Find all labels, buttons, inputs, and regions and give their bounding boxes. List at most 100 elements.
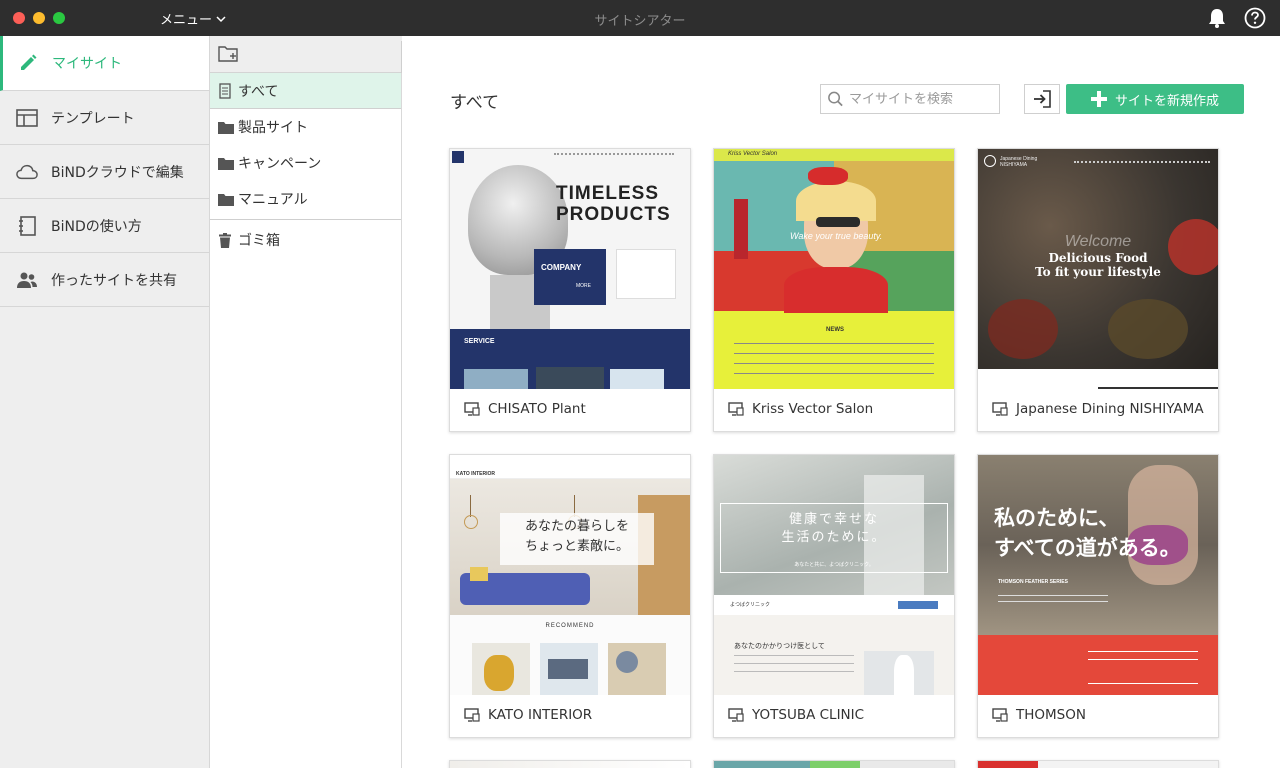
app-window: メニュー サイトシアター マイサイト テンプレート BiNDクラウドで編集 Bi…	[0, 0, 1280, 768]
sidebar-item-cloud-edit[interactable]: BiNDクラウドで編集	[0, 145, 209, 199]
new-folder-icon[interactable]	[218, 44, 240, 64]
trash-icon	[218, 232, 234, 248]
folder-item-trash[interactable]: ゴミ箱	[210, 222, 401, 258]
site-name: THOMSON	[1016, 707, 1086, 723]
minimize-window-button[interactable]	[33, 12, 45, 24]
site-card[interactable]	[977, 760, 1219, 768]
desktop-icon	[992, 708, 1008, 722]
folder-item-campaign[interactable]: キャンペーン	[210, 145, 401, 181]
notebook-icon	[16, 215, 38, 237]
plus-icon	[1090, 91, 1107, 107]
site-thumbnail: Kriss Vector Salon Wake your true beauty…	[714, 149, 954, 389]
site-card[interactable]: 私のために、 すべての道がある。 THOMSON FEATHER SERIES T…	[977, 454, 1219, 738]
folder-icon	[218, 120, 234, 134]
main-content: すべて サイトを新規作成 TIMELESSPRODUCTS	[402, 36, 1280, 768]
site-thumbnail	[714, 761, 954, 768]
sidebar: マイサイト テンプレート BiNDクラウドで編集 BiNDの使い方 作ったサイト…	[0, 36, 210, 768]
desktop-icon	[992, 402, 1008, 416]
template-icon	[16, 107, 38, 129]
folder-item-label: すべて	[238, 83, 279, 100]
document-icon	[218, 82, 234, 99]
folder-divider	[210, 219, 401, 220]
folder-icon	[218, 156, 234, 170]
thumb-sub: あなたと共に、よつばクリニック。	[794, 562, 874, 568]
folder-icon	[218, 192, 234, 206]
import-icon	[1034, 90, 1051, 108]
menu-button[interactable]: メニュー	[160, 9, 226, 28]
bell-icon[interactable]	[1206, 7, 1228, 29]
site-card[interactable]: KATO INTERIOR あなたの暮らしを ちょっと素敵に。 RECOMMEND	[449, 454, 691, 738]
chevron-down-icon	[216, 15, 226, 22]
sidebar-item-label: 作ったサイトを共有	[51, 272, 177, 289]
site-card-label: THOMSON	[992, 707, 1086, 723]
folder-panel: すべて 製品サイト キャンペーン マニュアル ゴミ箱	[210, 36, 438, 768]
thumb-recommend: RECOMMEND	[545, 623, 595, 629]
new-site-button[interactable]: サイトを新規作成	[1066, 84, 1244, 114]
site-thumbnail: 健康で幸せな 生活のために。 あなたと共に、よつばクリニック。 よつばクリニック …	[714, 455, 954, 695]
sidebar-item-label: BiNDクラウドで編集	[51, 164, 184, 181]
folder-item-manual[interactable]: マニュアル	[210, 181, 401, 217]
thumb-more: MORE	[576, 283, 591, 289]
thumb-catch: 私のために、 すべての道がある。	[994, 506, 1181, 560]
thumb-brand: Kriss Vector Salon	[728, 151, 778, 157]
thumb-catch: 健康で幸せな 生活のために。	[781, 512, 887, 545]
close-window-button[interactable]	[13, 12, 25, 24]
site-thumbnail: KATO INTERIOR あなたの暮らしを ちょっと素敵に。 RECOMMEND	[450, 455, 690, 695]
sidebar-item-label: テンプレート	[51, 110, 135, 127]
site-card-label: Japanese Dining NISHIYAMA	[992, 401, 1204, 417]
thumb-clinic: よつばクリニック	[730, 602, 771, 608]
sidebar-item-label: BiNDの使い方	[51, 218, 142, 235]
menu-label: メニュー	[160, 13, 213, 28]
site-card-label: CHISATO Plant	[464, 401, 586, 417]
site-card-label: YOTSUBA CLINIC	[728, 707, 864, 723]
folder-item-products[interactable]: 製品サイト	[210, 109, 401, 145]
site-name: Japanese Dining NISHIYAMA	[1016, 401, 1204, 417]
desktop-icon	[728, 708, 744, 722]
site-thumbnail	[450, 761, 690, 768]
thumb-hero-text: Welcome Delicious Food To fit your lifes…	[1035, 233, 1161, 279]
import-button[interactable]	[1024, 84, 1060, 114]
folder-item-label: キャンペーン	[238, 156, 322, 172]
folder-item-label: マニュアル	[238, 192, 308, 208]
site-thumbnail	[978, 761, 1218, 768]
site-thumbnail: Japanese Dining NISHIYAMA Welcome Delici…	[978, 149, 1218, 389]
site-card[interactable]	[449, 760, 691, 768]
thumb-headline: TIMELESS PRODUCTS	[556, 183, 671, 225]
site-card[interactable]: Japanese Dining NISHIYAMA Welcome Delici…	[977, 148, 1219, 432]
page-title: すべて	[450, 93, 500, 113]
thumb-catch: あなたの暮らしを ちょっと素敵に。	[524, 519, 629, 554]
search-box	[820, 84, 1000, 114]
site-card[interactable]: Kriss Vector Salon Wake your true beauty…	[713, 148, 955, 432]
thumb-tagline: Wake your true beauty.	[790, 231, 883, 241]
desktop-icon	[464, 708, 480, 722]
new-site-label: サイトを新規作成	[1114, 93, 1219, 109]
site-name: Kriss Vector Salon	[752, 401, 874, 417]
sidebar-item-my-sites[interactable]: マイサイト	[0, 36, 209, 91]
thumb-news: NEWS	[826, 327, 844, 333]
sidebar-item-how-to[interactable]: BiNDの使い方	[0, 199, 209, 253]
site-card[interactable]: TIMELESS PRODUCTS COMPANY MORE SERVICE CH…	[449, 148, 691, 432]
desktop-icon	[728, 402, 744, 416]
thumb-brand: KATO INTERIOR	[456, 471, 495, 477]
folder-item-label: ゴミ箱	[238, 233, 280, 249]
sidebar-item-templates[interactable]: テンプレート	[0, 91, 209, 145]
zoom-window-button[interactable]	[53, 12, 65, 24]
desktop-icon	[464, 402, 480, 416]
help-icon[interactable]	[1244, 7, 1266, 29]
search-input[interactable]	[849, 91, 999, 107]
sidebar-item-share[interactable]: 作ったサイトを共有	[0, 253, 209, 307]
search-icon	[828, 91, 843, 107]
site-card[interactable]	[713, 760, 955, 768]
folder-list: すべて 製品サイト キャンペーン マニュアル ゴミ箱	[210, 73, 401, 258]
site-name: CHISATO Plant	[488, 401, 586, 417]
site-card-label: KATO INTERIOR	[464, 707, 592, 723]
pencil-icon	[17, 52, 39, 74]
thumb-heading: あなたのかかりつけ医として	[734, 642, 825, 650]
folder-item-label: 製品サイト	[238, 120, 308, 136]
site-thumbnail: TIMELESS PRODUCTS COMPANY MORE SERVICE	[450, 149, 690, 389]
site-name: KATO INTERIOR	[488, 707, 593, 723]
site-card[interactable]: 健康で幸せな 生活のために。 あなたと共に、よつばクリニック。 よつばクリニック …	[713, 454, 955, 738]
users-icon	[16, 269, 38, 291]
site-thumbnail: 私のために、 すべての道がある。 THOMSON FEATHER SERIES	[978, 455, 1218, 695]
folder-item-all[interactable]: すべて	[210, 73, 401, 109]
